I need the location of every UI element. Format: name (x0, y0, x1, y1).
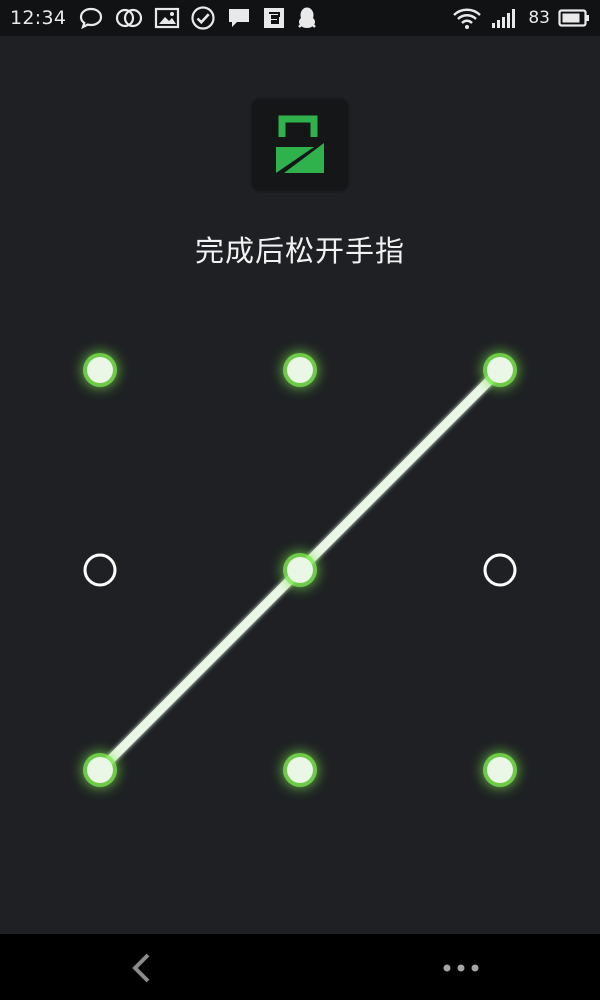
more-icon[interactable] (438, 956, 484, 980)
navigation-bar (0, 934, 600, 1000)
pattern-dot-6[interactable] (483, 553, 517, 587)
back-icon[interactable] (124, 950, 160, 986)
pattern-dot-7[interactable] (83, 753, 117, 787)
pattern-dot-5[interactable] (283, 553, 317, 587)
pattern-dot-2[interactable] (283, 353, 317, 387)
pattern-dot-3[interactable] (483, 353, 517, 387)
pattern-segment (295, 365, 505, 575)
pattern-segment (95, 565, 305, 775)
pattern-lock[interactable] (0, 0, 600, 1000)
pattern-dot-4[interactable] (83, 553, 117, 587)
pattern-dot-9[interactable] (483, 753, 517, 787)
pattern-dot-1[interactable] (83, 353, 117, 387)
pattern-dot-8[interactable] (283, 753, 317, 787)
